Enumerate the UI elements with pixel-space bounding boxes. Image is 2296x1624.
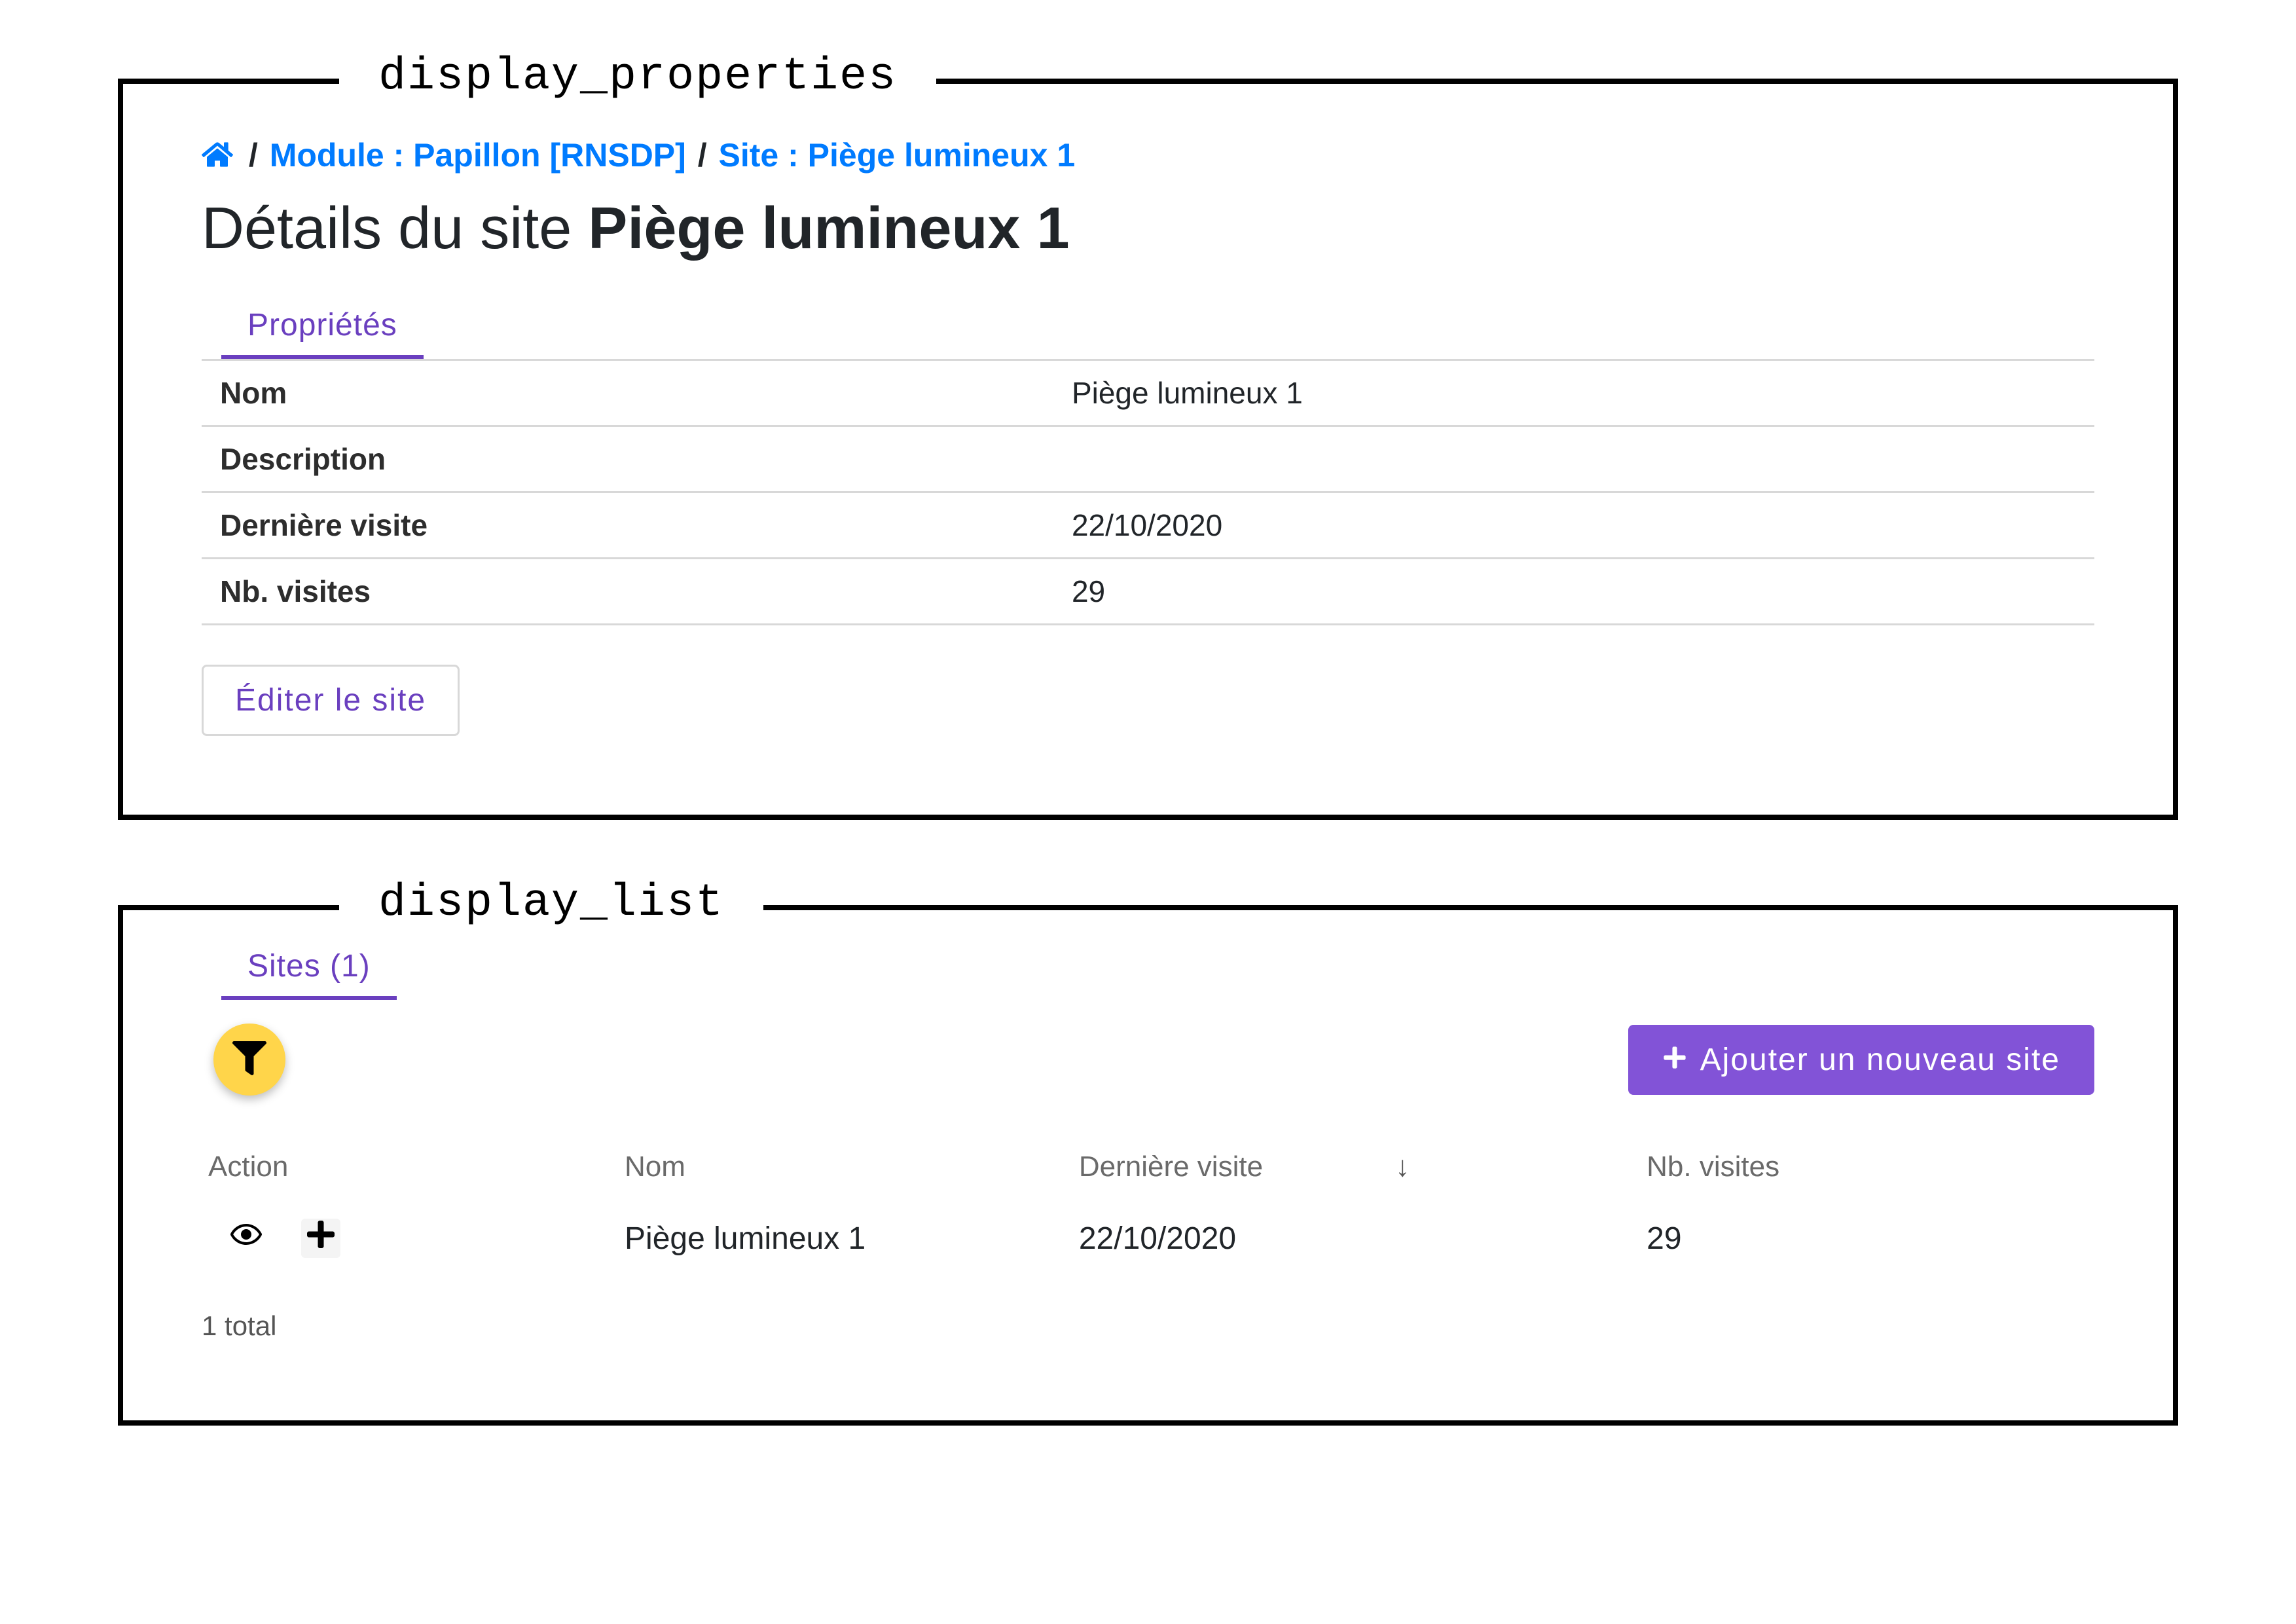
tab-properties[interactable]: Propriétés bbox=[221, 295, 424, 359]
tab-sites[interactable]: Sites (1) bbox=[221, 936, 397, 1000]
prop-key: Nb. visites bbox=[202, 559, 1053, 625]
page-title: Détails du site Piège lumineux 1 bbox=[202, 195, 2094, 263]
cell-name: Piège lumineux 1 bbox=[618, 1199, 1072, 1278]
prop-value: 22/10/2020 bbox=[1053, 492, 2094, 559]
plus-icon bbox=[305, 1219, 337, 1258]
col-nb-visites[interactable]: Nb. visites bbox=[1647, 1151, 1779, 1183]
table-row: Nom Piège lumineux 1 bbox=[202, 360, 2094, 426]
cell-nb: 29 bbox=[1640, 1199, 2094, 1278]
filter-button[interactable] bbox=[213, 1024, 285, 1096]
panel-display-list: display_list Sites (1) Ajouter un nouvea… bbox=[118, 905, 2178, 1426]
properties-table: Nom Piège lumineux 1 Description Dernièr… bbox=[202, 359, 2094, 625]
add-visit-button[interactable] bbox=[301, 1219, 340, 1258]
table-row: Description bbox=[202, 426, 2094, 492]
breadcrumb-site[interactable]: Site : Piège lumineux 1 bbox=[719, 137, 1076, 174]
col-action: Action bbox=[208, 1151, 288, 1183]
sort-desc-icon[interactable]: ↓ bbox=[1395, 1151, 1410, 1183]
edit-site-button[interactable]: Éditer le site bbox=[202, 665, 460, 736]
list-toolbar: Ajouter un nouveau site bbox=[202, 1024, 2094, 1096]
add-site-button[interactable]: Ajouter un nouveau site bbox=[1628, 1025, 2094, 1095]
home-icon bbox=[202, 137, 242, 174]
eye-icon bbox=[230, 1219, 262, 1258]
breadcrumb-home[interactable] bbox=[202, 137, 246, 174]
prop-value: 29 bbox=[1053, 559, 2094, 625]
prop-key: Description bbox=[202, 426, 1053, 492]
breadcrumb: / Module : Papillon [RNSDP] / Site : Piè… bbox=[202, 136, 2094, 174]
prop-key: Nom bbox=[202, 360, 1053, 426]
plus-icon bbox=[1662, 1042, 1687, 1078]
col-name[interactable]: Nom bbox=[625, 1151, 685, 1183]
breadcrumb-sep: / bbox=[249, 137, 258, 174]
col-last-visit[interactable]: Dernière visite bbox=[1079, 1151, 1263, 1183]
panel-label-display-properties: display_properties bbox=[339, 51, 936, 103]
table-row: Nb. visites 29 bbox=[202, 559, 2094, 625]
prop-key: Dernière visite bbox=[202, 492, 1053, 559]
panel-label-display-list: display_list bbox=[339, 877, 763, 929]
prop-value bbox=[1053, 426, 2094, 492]
page-title-name: Piège lumineux 1 bbox=[588, 196, 1069, 261]
add-site-label: Ajouter un nouveau site bbox=[1700, 1042, 2060, 1078]
cell-last-visit: 22/10/2020 bbox=[1072, 1199, 1640, 1278]
page-title-prefix: Détails du site bbox=[202, 196, 572, 261]
filter-icon bbox=[232, 1041, 266, 1079]
panel-display-properties: display_properties / Module : Papillon [… bbox=[118, 79, 2178, 820]
view-row-button[interactable] bbox=[230, 1219, 262, 1258]
table-row: Dernière visite 22/10/2020 bbox=[202, 492, 2094, 559]
prop-value: Piège lumineux 1 bbox=[1053, 360, 2094, 426]
table-row: Piège lumineux 1 22/10/2020 29 bbox=[202, 1199, 2094, 1278]
list-total: 1 total bbox=[202, 1310, 2094, 1342]
breadcrumb-module[interactable]: Module : Papillon [RNSDP] bbox=[270, 137, 686, 174]
sites-table: Action Nom Dernière visite ↓ Nb. visites bbox=[202, 1135, 2094, 1278]
breadcrumb-sep: / bbox=[698, 137, 707, 174]
